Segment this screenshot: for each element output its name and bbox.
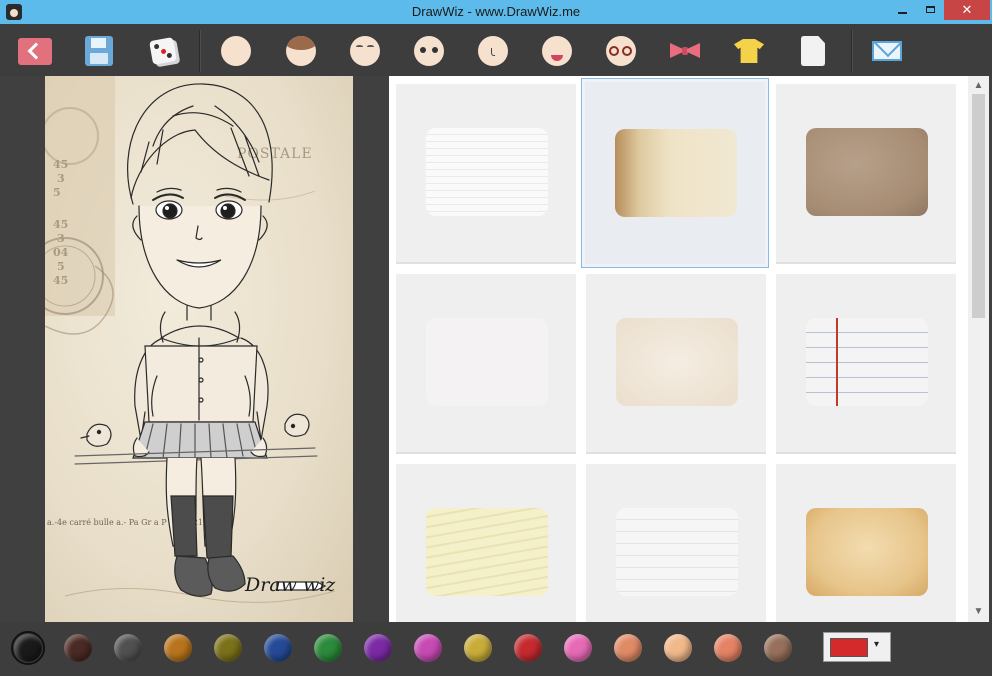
glasses-icon [606,36,636,66]
color-swatch-gray[interactable] [114,634,142,662]
background-tile[interactable] [396,274,576,454]
background-tile-selected[interactable] [581,78,769,268]
close-button[interactable]: ✕ [944,0,990,20]
drawwiz-watermark: Draw wiz [245,574,336,596]
nose-icon [478,36,508,66]
glasses-button[interactable] [604,34,638,68]
color-swatch-peach[interactable] [664,634,692,662]
background-tile[interactable] [776,274,956,454]
notebook-paper-thumbnail [806,318,928,406]
toolbar-divider [851,30,852,72]
mouth-button[interactable] [540,34,574,68]
hair-button[interactable] [284,34,318,68]
color-palette: ▾ [0,622,992,676]
current-color-preview [830,638,868,657]
background-tile[interactable] [776,84,956,264]
title-bar: DrawWiz - www.DrawWiz.me ✕ [0,0,992,24]
envelope-icon [872,41,902,61]
shirt-icon [734,39,764,63]
color-swatch-dark-brown[interactable] [64,634,92,662]
back-button[interactable] [18,34,52,68]
background-tile[interactable] [776,464,956,622]
background-tile[interactable] [396,464,576,622]
postal-card-paper-thumbnail [615,129,737,217]
color-swatch-orange[interactable] [164,634,192,662]
color-swatch-purple[interactable] [364,634,392,662]
cream-paper-thumbnail [616,318,738,406]
mouth-icon [542,36,572,66]
eyebrows-icon [350,36,380,66]
color-swatch-salmon[interactable] [614,634,642,662]
blank-white-paper-thumbnail [426,318,548,406]
toolbar-divider [199,30,200,72]
maximize-icon [925,6,935,13]
minimize-icon [897,12,907,14]
color-swatch-olive[interactable] [214,634,242,662]
background-tile[interactable] [586,274,766,454]
toolbar [0,24,992,76]
color-swatch-magenta[interactable] [414,634,442,662]
scroll-down-button[interactable]: ▼ [968,604,989,620]
eyes-button[interactable] [412,34,446,68]
color-swatch-pink[interactable] [564,634,592,662]
current-color-dropdown[interactable]: ▾ [823,632,891,662]
background-grid-scrollbar[interactable]: ▲ ▼ [968,76,989,622]
wrinkled-yellow-paper-thumbnail [426,508,548,596]
nose-button[interactable] [476,34,510,68]
color-swatch-taupe[interactable] [764,634,792,662]
chevron-up-icon: ▲ [973,80,984,91]
floppy-disk-icon [85,36,113,66]
drawing-canvas[interactable]: POSTALE 45 3 5 45 3 04 5 45 a.-4e carré … [45,76,353,622]
window-title: DrawWiz - www.DrawWiz.me [411,4,581,19]
background-button[interactable] [796,34,830,68]
character-drawing [74,83,327,597]
hair-icon [286,36,316,66]
color-swatch-red[interactable] [514,634,542,662]
save-button[interactable] [82,34,116,68]
maximize-button[interactable] [916,0,944,20]
back-arrow-icon [18,37,52,65]
eyes-icon [414,36,444,66]
dice-icon [149,37,177,65]
color-swatch-coral[interactable] [714,634,742,662]
random-button[interactable] [146,34,180,68]
share-button[interactable] [870,34,904,68]
background-tile[interactable] [586,464,766,622]
background-grid [389,76,989,622]
color-swatch-black[interactable] [11,631,45,665]
face-shape-button[interactable] [219,34,253,68]
chevron-down-icon: ▾ [874,639,880,650]
minimize-button[interactable] [888,0,916,20]
face-icon [221,36,251,66]
close-icon: ✕ [961,2,973,17]
aged-parchment-paper-thumbnail [806,508,928,596]
background-tile[interactable] [396,84,576,264]
accessories-button[interactable] [668,34,702,68]
scrollbar-thumb[interactable] [972,94,985,318]
color-swatch-blue[interactable] [264,634,292,662]
scroll-up-button[interactable]: ▲ [968,78,989,94]
white-brick-texture-thumbnail [616,508,738,596]
chevron-down-icon: ▼ [973,606,984,617]
color-swatch-green[interactable] [314,634,342,662]
kraft-paper-thumbnail [806,128,928,216]
bow-icon [670,41,700,61]
clothes-button[interactable] [732,34,766,68]
color-swatch-gold[interactable] [464,634,492,662]
paper-icon [801,36,825,66]
white-lined-paper-thumbnail [426,128,548,216]
eyebrows-button[interactable] [348,34,382,68]
